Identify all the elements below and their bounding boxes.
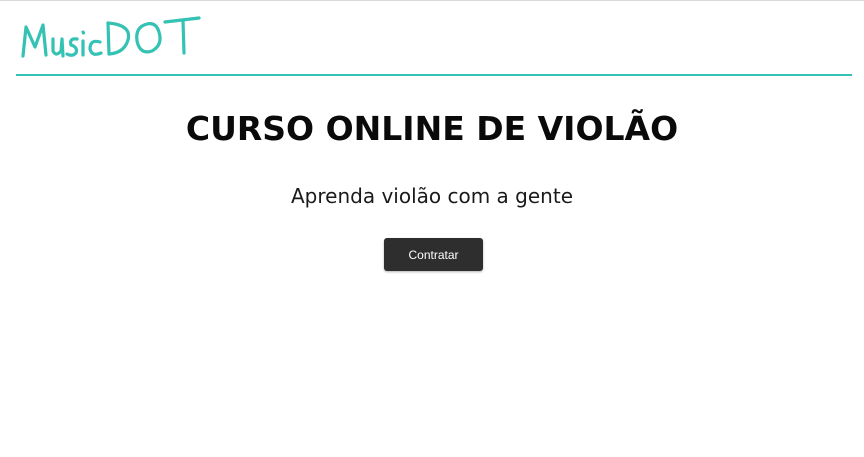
musicdot-logo[interactable]	[16, 7, 216, 67]
logo-handwritten-mark	[21, 16, 201, 58]
page-title: CURSO ONLINE DE VIOLÃO	[185, 109, 679, 148]
landing-page: CURSO ONLINE DE VIOLÃO Aprenda violão co…	[0, 0, 864, 457]
page-subtitle: Aprenda violão com a gente	[291, 184, 573, 208]
contratar-button[interactable]: Contratar	[384, 238, 483, 271]
header-divider	[16, 74, 852, 76]
